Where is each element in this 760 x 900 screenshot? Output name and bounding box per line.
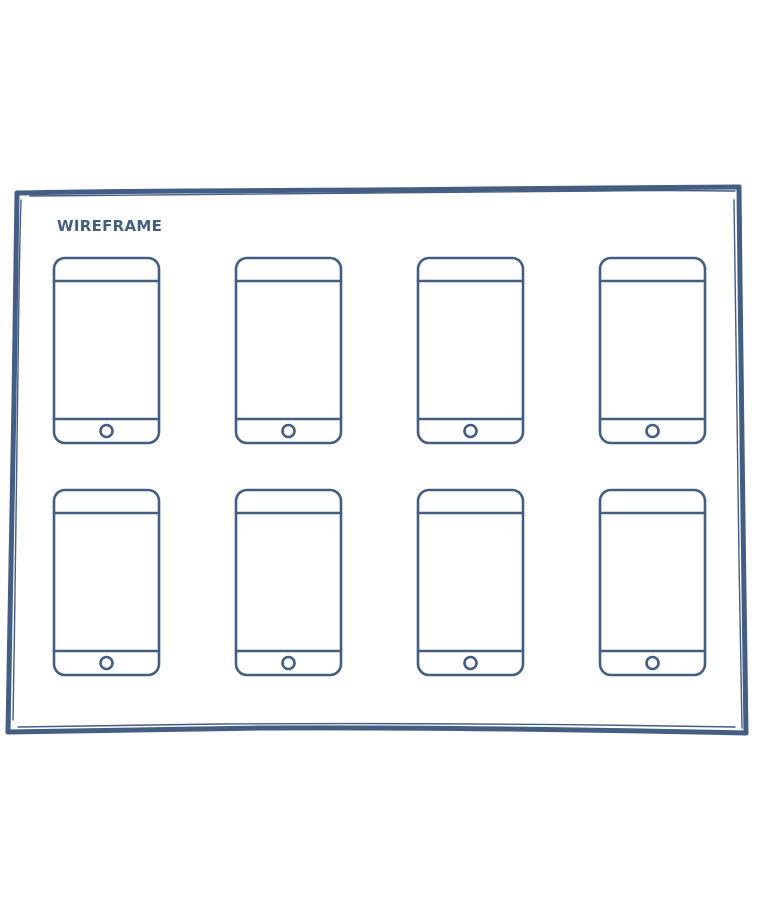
home-button-icon xyxy=(645,655,660,671)
phone-outline xyxy=(416,256,525,445)
wireframe-board: WIREFRAME xyxy=(5,184,749,736)
home-button-icon xyxy=(645,423,660,439)
phone-outline xyxy=(234,256,343,445)
home-button-icon xyxy=(281,655,296,671)
frame-bottom-edge xyxy=(5,725,749,736)
phone-mockup xyxy=(598,256,707,445)
phone-grid xyxy=(52,256,707,677)
frame-top-edge xyxy=(14,184,742,196)
home-button-icon xyxy=(281,423,296,439)
phone-outline xyxy=(52,256,161,445)
phone-mockup xyxy=(52,256,161,445)
home-button-icon xyxy=(463,423,478,439)
phone-outline xyxy=(52,488,161,677)
phone-mockup xyxy=(52,488,161,677)
phone-mockup xyxy=(234,256,343,445)
phone-outline xyxy=(598,256,707,445)
phone-mockup xyxy=(598,488,707,677)
phone-outline xyxy=(416,488,525,677)
home-button-icon xyxy=(463,655,478,671)
home-button-icon xyxy=(99,655,114,671)
phone-mockup xyxy=(416,488,525,677)
board-title: WIREFRAME xyxy=(57,217,162,235)
frame-left-edge xyxy=(5,190,20,735)
phone-outline xyxy=(234,488,343,677)
phone-mockup xyxy=(234,488,343,677)
phone-outline xyxy=(598,488,707,677)
phone-mockup xyxy=(416,256,525,445)
home-button-icon xyxy=(99,423,114,439)
